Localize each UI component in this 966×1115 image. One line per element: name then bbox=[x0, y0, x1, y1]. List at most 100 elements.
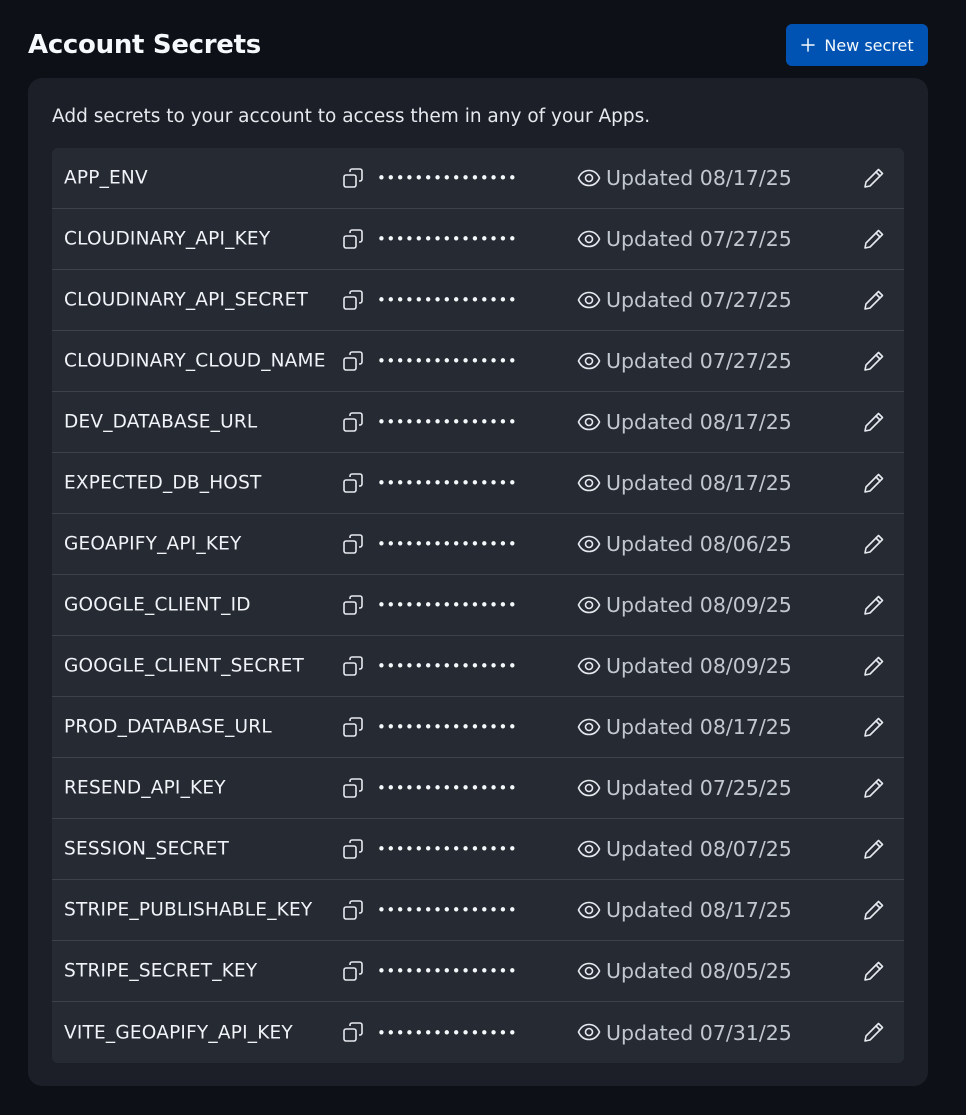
secret-updated: Updated 08/05/25 bbox=[606, 959, 792, 983]
eye-icon[interactable] bbox=[577, 899, 601, 921]
new-secret-label: New secret bbox=[824, 35, 914, 55]
secret-updated: Updated 08/17/25 bbox=[606, 410, 792, 434]
secret-row: DEV_DATABASE_URL ••••••••••••••• Updated 0… bbox=[52, 392, 904, 453]
new-secret-button[interactable]: New secret bbox=[786, 24, 928, 66]
pencil-icon[interactable] bbox=[862, 349, 886, 373]
secret-masked-value: ••••••••••••••• bbox=[377, 596, 518, 614]
secret-key: STRIPE_PUBLISHABLE_KEY bbox=[64, 899, 313, 921]
pencil-icon[interactable] bbox=[862, 532, 886, 556]
pencil-icon[interactable] bbox=[862, 410, 886, 434]
secret-key: CLOUDINARY_API_SECRET bbox=[64, 289, 308, 311]
pencil-icon[interactable] bbox=[862, 593, 886, 617]
copy-icon[interactable] bbox=[342, 167, 364, 189]
pencil-icon[interactable] bbox=[862, 715, 886, 739]
pencil-icon[interactable] bbox=[862, 227, 886, 251]
secret-row: GOOGLE_CLIENT_ID ••••••••••••••• Updated 0… bbox=[52, 575, 904, 636]
secret-row: APP_ENV ••••••••••••••• Updated 08/17/25 bbox=[52, 148, 904, 209]
eye-icon[interactable] bbox=[577, 411, 601, 433]
eye-icon[interactable] bbox=[577, 716, 601, 738]
secret-key: GOOGLE_CLIENT_SECRET bbox=[64, 655, 304, 677]
secret-key: DEV_DATABASE_URL bbox=[64, 411, 258, 433]
secret-row: GOOGLE_CLIENT_SECRET ••••••••••••••• Updat… bbox=[52, 636, 904, 697]
secret-row: SESSION_SECRET ••••••••••••••• Updated 08/… bbox=[52, 819, 904, 880]
copy-icon[interactable] bbox=[342, 655, 364, 677]
pencil-icon[interactable] bbox=[862, 776, 886, 800]
secret-updated: Updated 08/17/25 bbox=[606, 471, 792, 495]
copy-icon[interactable] bbox=[342, 899, 364, 921]
secret-key: SESSION_SECRET bbox=[64, 838, 230, 860]
copy-icon[interactable] bbox=[342, 960, 364, 982]
secret-key: APP_ENV bbox=[64, 167, 148, 189]
page-header: Account Secrets New secret bbox=[28, 24, 928, 66]
secret-key: EXPECTED_DB_HOST bbox=[64, 472, 262, 494]
copy-icon[interactable] bbox=[342, 1021, 364, 1043]
secret-key: STRIPE_SECRET_KEY bbox=[64, 960, 258, 982]
secret-row: VITE_GEOAPIFY_API_KEY ••••••••••••••• Upda… bbox=[52, 1002, 904, 1063]
eye-icon[interactable] bbox=[577, 167, 601, 189]
copy-icon[interactable] bbox=[342, 472, 364, 494]
eye-icon[interactable] bbox=[577, 350, 601, 372]
plus-icon bbox=[800, 37, 816, 53]
secret-row: STRIPE_PUBLISHABLE_KEY ••••••••••••••• Upd… bbox=[52, 880, 904, 941]
secret-masked-value: ••••••••••••••• bbox=[377, 535, 518, 553]
secret-updated: Updated 07/31/25 bbox=[606, 1020, 792, 1045]
secret-masked-value: ••••••••••••••• bbox=[377, 901, 518, 919]
secrets-list: APP_ENV ••••••••••••••• Updated 08/17/25 CL… bbox=[52, 148, 904, 1063]
page-title: Account Secrets bbox=[28, 30, 261, 60]
pencil-icon[interactable] bbox=[862, 898, 886, 922]
secret-updated: Updated 07/27/25 bbox=[606, 349, 792, 373]
copy-icon[interactable] bbox=[342, 838, 364, 860]
copy-icon[interactable] bbox=[342, 533, 364, 555]
eye-icon[interactable] bbox=[577, 228, 601, 250]
pencil-icon[interactable] bbox=[862, 959, 886, 983]
secret-updated: Updated 08/09/25 bbox=[606, 593, 792, 617]
copy-icon[interactable] bbox=[342, 228, 364, 250]
secret-masked-value: ••••••••••••••• bbox=[377, 169, 518, 187]
eye-icon[interactable] bbox=[577, 960, 601, 982]
secret-masked-value: ••••••••••••••• bbox=[377, 291, 518, 309]
copy-icon[interactable] bbox=[342, 716, 364, 738]
copy-icon[interactable] bbox=[342, 350, 364, 372]
eye-icon[interactable] bbox=[577, 289, 601, 311]
secrets-panel: Add secrets to your account to access th… bbox=[28, 78, 928, 1086]
secret-row: EXPECTED_DB_HOST ••••••••••••••• Updated 0… bbox=[52, 453, 904, 514]
secret-updated: Updated 07/25/25 bbox=[606, 776, 792, 800]
secret-row: CLOUDINARY_API_KEY ••••••••••••••• Updated… bbox=[52, 209, 904, 270]
eye-icon[interactable] bbox=[577, 533, 601, 555]
secret-masked-value: ••••••••••••••• bbox=[377, 840, 518, 858]
copy-icon[interactable] bbox=[342, 777, 364, 799]
secret-key: CLOUDINARY_CLOUD_NAME bbox=[64, 350, 326, 372]
secret-key: CLOUDINARY_API_KEY bbox=[64, 228, 271, 250]
secret-updated: Updated 08/17/25 bbox=[606, 898, 792, 922]
copy-icon[interactable] bbox=[342, 594, 364, 616]
pencil-icon[interactable] bbox=[862, 166, 886, 190]
secret-key: GEOAPIFY_API_KEY bbox=[64, 533, 242, 555]
secret-row: STRIPE_SECRET_KEY ••••••••••••••• Updated … bbox=[52, 941, 904, 1002]
pencil-icon[interactable] bbox=[862, 471, 886, 495]
copy-icon[interactable] bbox=[342, 289, 364, 311]
secret-key: VITE_GEOAPIFY_API_KEY bbox=[64, 1022, 293, 1043]
secret-row: PROD_DATABASE_URL ••••••••••••••• Updated … bbox=[52, 697, 904, 758]
pencil-icon[interactable] bbox=[862, 837, 886, 861]
eye-icon[interactable] bbox=[577, 655, 601, 677]
eye-icon[interactable] bbox=[577, 838, 601, 860]
secret-updated: Updated 08/06/25 bbox=[606, 532, 792, 556]
eye-icon[interactable] bbox=[577, 777, 601, 799]
secret-row: CLOUDINARY_API_SECRET ••••••••••••••• Upda… bbox=[52, 270, 904, 331]
secret-masked-value: ••••••••••••••• bbox=[377, 352, 518, 370]
eye-icon[interactable] bbox=[577, 472, 601, 494]
secret-row: CLOUDINARY_CLOUD_NAME ••••••••••••••• Upda… bbox=[52, 331, 904, 392]
eye-icon[interactable] bbox=[577, 594, 601, 616]
secret-updated: Updated 07/27/25 bbox=[606, 227, 792, 251]
secret-masked-value: ••••••••••••••• bbox=[377, 474, 518, 492]
secret-updated: Updated 08/17/25 bbox=[606, 166, 792, 190]
secret-key: GOOGLE_CLIENT_ID bbox=[64, 594, 251, 616]
pencil-icon[interactable] bbox=[862, 1020, 886, 1044]
eye-icon[interactable] bbox=[577, 1021, 601, 1043]
secret-masked-value: ••••••••••••••• bbox=[377, 718, 518, 736]
secret-masked-value: ••••••••••••••• bbox=[377, 230, 518, 248]
copy-icon[interactable] bbox=[342, 411, 364, 433]
secret-key: PROD_DATABASE_URL bbox=[64, 716, 272, 738]
pencil-icon[interactable] bbox=[862, 288, 886, 312]
pencil-icon[interactable] bbox=[862, 654, 886, 678]
